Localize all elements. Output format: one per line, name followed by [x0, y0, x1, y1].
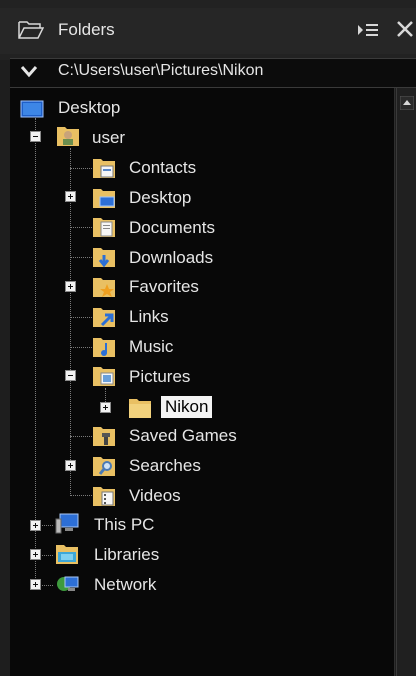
tree-item-documents[interactable]: Documents — [129, 218, 215, 238]
left-gutter — [0, 88, 10, 676]
saved-games-folder-icon — [93, 427, 115, 446]
tree-line — [70, 495, 94, 496]
expand-toggle-desktop[interactable] — [65, 191, 76, 202]
tree-item-desktop-root[interactable]: Desktop — [58, 98, 120, 118]
network-icon — [57, 576, 79, 591]
expand-toggle-network[interactable] — [30, 579, 41, 590]
computer-icon — [55, 513, 79, 534]
tree-line — [70, 168, 94, 169]
tree-item-music[interactable]: Music — [129, 337, 173, 357]
tree-line — [70, 436, 94, 437]
close-icon[interactable] — [394, 18, 416, 40]
path-text[interactable]: C:\Users\user\Pictures\Nikon — [58, 62, 263, 80]
tree-item-this-pc[interactable]: This PC — [94, 515, 154, 535]
tree-item-network[interactable]: Network — [94, 575, 156, 595]
expand-toggle-favorites[interactable] — [65, 281, 76, 292]
list-options-icon[interactable] — [356, 20, 380, 40]
links-folder-icon — [93, 308, 115, 327]
tree-item-searches[interactable]: Searches — [129, 456, 201, 476]
music-folder-icon — [93, 338, 115, 357]
tree-item-libraries[interactable]: Libraries — [94, 545, 159, 565]
expand-toggle-nikon[interactable] — [100, 402, 111, 413]
tree-item-pictures[interactable]: Pictures — [129, 367, 190, 387]
tree-line — [35, 118, 36, 584]
documents-folder-icon — [93, 218, 115, 237]
tree-item-user[interactable]: user — [92, 128, 125, 148]
tree-item-nikon-selected[interactable]: Nikon — [161, 396, 213, 418]
favorites-folder-icon — [93, 278, 115, 297]
folder-outline-icon — [18, 21, 44, 39]
tree-item-contacts[interactable]: Contacts — [129, 158, 196, 178]
desktop-folder-icon — [93, 189, 115, 208]
tree-line — [70, 257, 94, 258]
collapse-toggle-pictures[interactable] — [65, 370, 76, 381]
pictures-folder-icon — [93, 367, 115, 386]
folder-icon — [129, 399, 151, 418]
tree-item-downloads[interactable]: Downloads — [129, 248, 213, 268]
videos-folder-icon — [93, 487, 115, 506]
tree-item-favorites[interactable]: Favorites — [129, 277, 199, 297]
collapse-toggle-user[interactable] — [30, 131, 41, 142]
expand-toggle-searches[interactable] — [65, 460, 76, 471]
vertical-scrollbar[interactable] — [396, 88, 416, 676]
tree-line — [70, 227, 94, 228]
tree-line — [70, 347, 94, 348]
tree-item-links[interactable]: Links — [129, 307, 169, 327]
expand-toggle-this-pc[interactable] — [30, 520, 41, 531]
scroll-up-arrow-icon[interactable] — [400, 96, 414, 110]
user-folder-icon — [57, 127, 79, 146]
libraries-icon — [56, 545, 78, 564]
tree-item-saved-games[interactable]: Saved Games — [129, 426, 237, 446]
searches-folder-icon — [93, 457, 115, 476]
tree-item-desktop[interactable]: Desktop — [129, 188, 191, 208]
contacts-folder-icon — [93, 159, 115, 178]
tree-line — [70, 317, 94, 318]
downloads-folder-icon — [93, 248, 115, 268]
chevron-down-icon[interactable] — [20, 64, 38, 78]
panel-title: Folders — [58, 20, 115, 39]
tree-item-videos[interactable]: Videos — [129, 486, 181, 506]
expand-toggle-libraries[interactable] — [30, 549, 41, 560]
desktop-icon — [20, 100, 44, 118]
